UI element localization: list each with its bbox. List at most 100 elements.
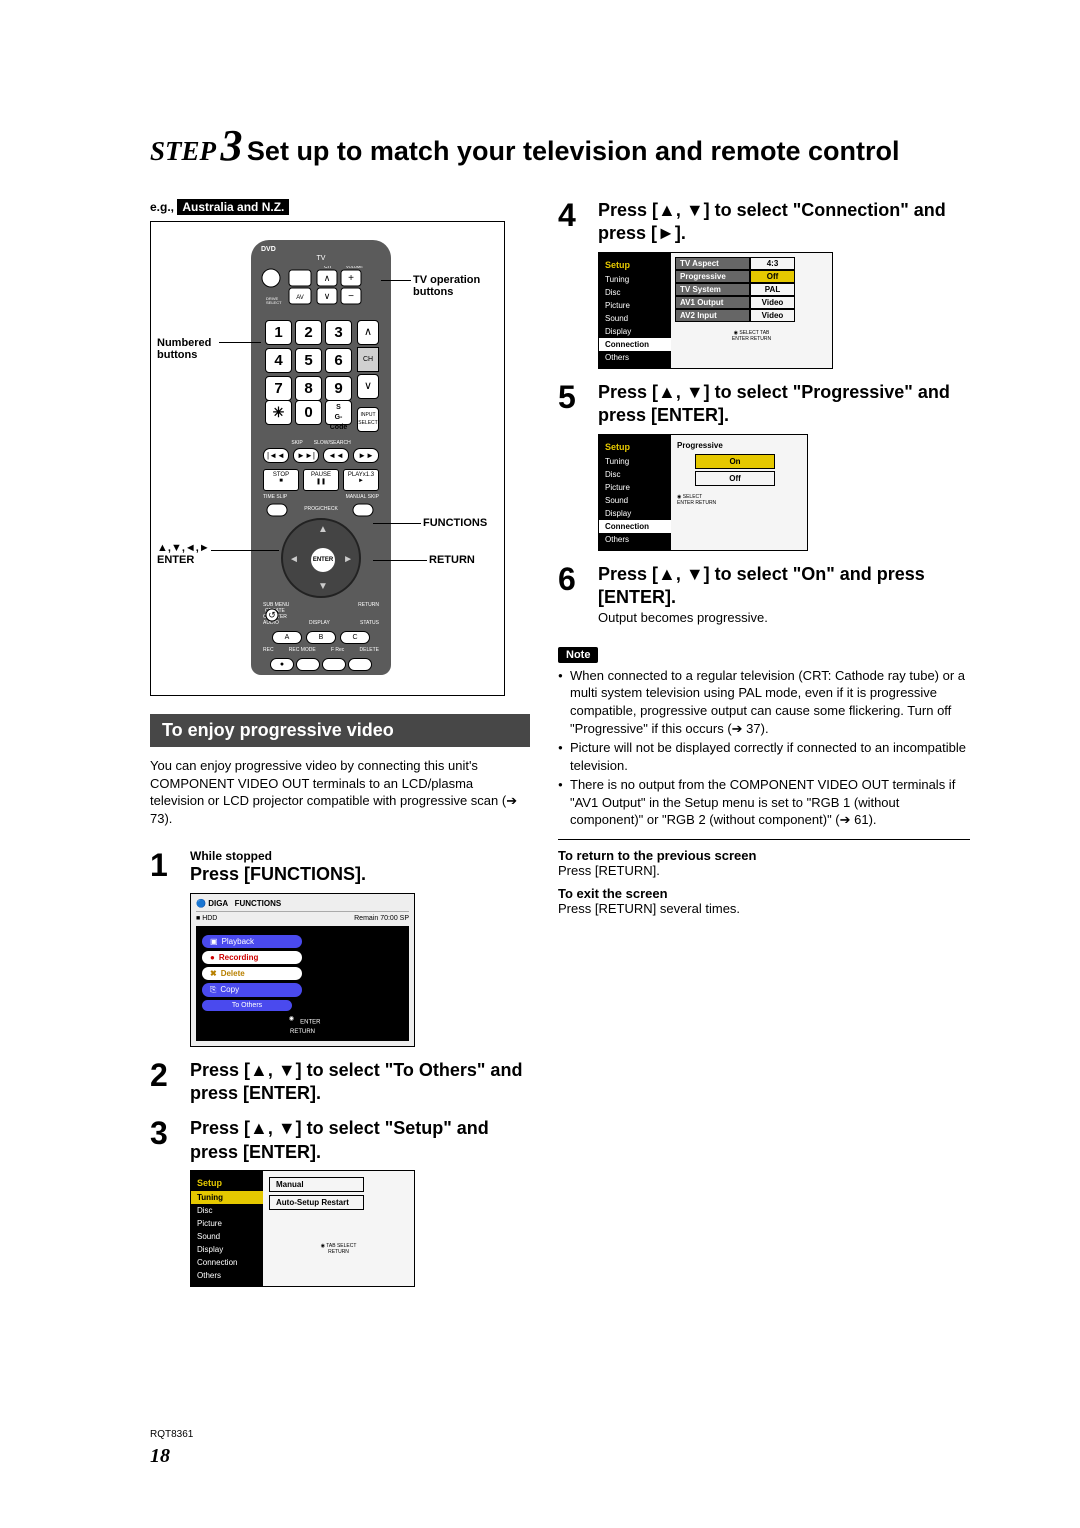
- nav-dpad: ENTER ▲ ▼ ◄ ►: [281, 518, 361, 598]
- step-3-instruction: Press [▲, ▼] to select "Setup" and press…: [190, 1117, 530, 1164]
- btn-b: B: [306, 631, 336, 644]
- remote-body: DVD TV ∧ + AV ∨ − DRIVE SEL: [251, 240, 391, 675]
- keypad-bottom-row: ✳ 0 SG-Code: [265, 400, 352, 425]
- step-2: 2 Press [▲, ▼] to select "To Others" and…: [150, 1059, 530, 1106]
- svg-text:∨: ∨: [324, 291, 331, 301]
- btn-c: C: [340, 631, 370, 644]
- prog-opt-off: Off: [695, 471, 775, 486]
- setup2-tab-connection: Connection: [599, 338, 671, 351]
- recmode-btn: [296, 658, 320, 671]
- stop-btn: STOP■: [263, 469, 299, 491]
- kv-av1-v: Video: [750, 296, 795, 309]
- note-tag: Note: [558, 647, 598, 663]
- number-keypad: 1 2 3 4 5 6 7 8 9: [265, 320, 352, 401]
- exit-text: Press [RETURN] several times.: [558, 901, 970, 916]
- eg-region-box: Australia and N.Z.: [177, 199, 289, 215]
- svg-text:+: +: [348, 273, 354, 284]
- up-arrow-icon: ▲: [318, 524, 328, 535]
- setup-menu-screenshot-3: Setup Tuning Disc Picture Sound Display …: [598, 434, 808, 551]
- page-number: 18: [150, 1445, 170, 1468]
- step-5: 5 Press [▲, ▼] to select "Progressive" a…: [558, 381, 970, 551]
- top-buttons-icon: ∧ + AV ∨ − DRIVE SELECT CH VOLUME: [259, 266, 383, 306]
- eg-prefix: e.g.,: [150, 200, 174, 214]
- setup3-tab-sound: Sound: [599, 494, 671, 507]
- step-number: 3: [220, 121, 242, 170]
- prog-check-icon: PROG/CHECK: [259, 502, 383, 520]
- step-3-number: 3: [150, 1117, 176, 1287]
- key-showview: SG-Code: [325, 400, 352, 425]
- key-0: 0: [295, 400, 322, 425]
- setup1-tab-picture: Picture: [191, 1217, 263, 1230]
- menu-item-delete: ✖Delete: [202, 967, 302, 980]
- setup2-tab-sound: Sound: [599, 312, 671, 325]
- return-prev-heading: To return to the previous screen: [558, 848, 970, 863]
- step-title: Set up to match your television and remo…: [247, 136, 900, 166]
- step-4-number: 4: [558, 199, 584, 369]
- svg-text:AV: AV: [296, 295, 304, 301]
- step-2-instruction: Press [▲, ▼] to select "To Others" and p…: [190, 1059, 530, 1106]
- svg-text:∧: ∧: [324, 273, 331, 283]
- ch-up-icon: ∧: [357, 320, 379, 345]
- setup2-tab-others: Others: [599, 351, 671, 364]
- kv-tvaspect-v: 4:3: [750, 257, 795, 270]
- rewind-icon: ◄◄: [323, 448, 349, 463]
- skip-prev-icon: |◄◄: [263, 448, 289, 463]
- step-1-number: 1: [150, 849, 176, 1046]
- setup3-tab-picture: Picture: [599, 481, 671, 494]
- setup3-tab-display: Display: [599, 507, 671, 520]
- document-code: RQT8361: [150, 1429, 193, 1440]
- menu-item-copy: ⎘Copy: [202, 983, 302, 997]
- step-6-subtext: Output becomes progressive.: [598, 609, 970, 627]
- setup3-hint: ◉ SELECT ENTER RETURN: [677, 494, 801, 506]
- svg-text:↺: ↺: [268, 610, 276, 620]
- key-1: 1: [265, 320, 292, 345]
- right-arrow-icon: ►: [343, 554, 353, 565]
- return-prev-text: Press [RETURN].: [558, 863, 970, 878]
- setup1-tab-others: Others: [191, 1269, 263, 1282]
- setup3-tab-others: Others: [599, 533, 671, 546]
- callout-tvop: TV operation buttons: [413, 274, 498, 298]
- setup1-opt-auto: Auto-Setup Restart: [269, 1195, 364, 1210]
- remote-diagram: DVD TV ∧ + AV ∨ − DRIVE SEL: [150, 221, 505, 696]
- kv-av2-k: AV2 Input: [675, 309, 750, 322]
- kv-tvsys-k: TV System: [675, 283, 750, 296]
- return-icon: ↺: [263, 608, 281, 622]
- svg-text:VOLUME: VOLUME: [346, 266, 363, 269]
- note-2: Picture will not be displayed correctly …: [558, 739, 970, 774]
- functions-menu-screenshot: 🔵 DIGA FUNCTIONS ■ HDD Remain 70:00 SP ▣…: [190, 893, 415, 1047]
- forward-icon: ►►: [353, 448, 379, 463]
- step-5-number: 5: [558, 381, 584, 551]
- menu-item-recording: ●Recording: [202, 951, 302, 964]
- setup2-title: Setup: [599, 257, 671, 273]
- kv-tvaspect-k: TV Aspect: [675, 257, 750, 270]
- setup2-tab-disc: Disc: [599, 286, 671, 299]
- setup2-hint: ◉ SELECT TAB ENTER RETURN: [675, 330, 828, 342]
- note-3: There is no output from the COMPONENT VI…: [558, 776, 970, 829]
- setup2-tab-tuning: Tuning: [599, 273, 671, 286]
- setup1-tab-sound: Sound: [191, 1230, 263, 1243]
- example-region: e.g., Australia and N.Z.: [150, 199, 530, 215]
- skip-next-icon: ►►|: [293, 448, 319, 463]
- setup2-tab-picture: Picture: [599, 299, 671, 312]
- ch-label: CH: [357, 347, 379, 372]
- transport-section: SKIP SLOW/SEARCH |◄◄ ►►| ◄◄ ►► STOP■ PAU…: [263, 440, 379, 500]
- enter-btn: ENTER: [311, 548, 335, 572]
- step-4-instruction: Press [▲, ▼] to select "Connection" and …: [598, 199, 970, 246]
- btn-a: A: [272, 631, 302, 644]
- svg-text:PROG/CHECK: PROG/CHECK: [304, 506, 338, 512]
- key-asterisk: ✳: [265, 400, 292, 425]
- setup3-prog-title: Progressive: [677, 441, 801, 450]
- kv-prog-k: Progressive: [675, 270, 750, 283]
- step-6: 6 Press [▲, ▼] to select "On" and press …: [558, 563, 970, 627]
- page-title-row: STEP 3 Set up to match your television a…: [150, 120, 970, 171]
- step-6-number: 6: [558, 563, 584, 627]
- setup3-tab-connection: Connection: [599, 520, 671, 533]
- setup2-tab-display: Display: [599, 325, 671, 338]
- kv-prog-v: Off: [750, 270, 795, 283]
- pause-btn: PAUSE❚❚: [303, 469, 339, 491]
- setup1-tab-tuning: Tuning: [191, 1191, 263, 1204]
- key-8: 8: [295, 376, 322, 401]
- notes-list: When connected to a regular television (…: [558, 667, 970, 829]
- tv-label: TV: [251, 255, 391, 262]
- setup3-tab-disc: Disc: [599, 468, 671, 481]
